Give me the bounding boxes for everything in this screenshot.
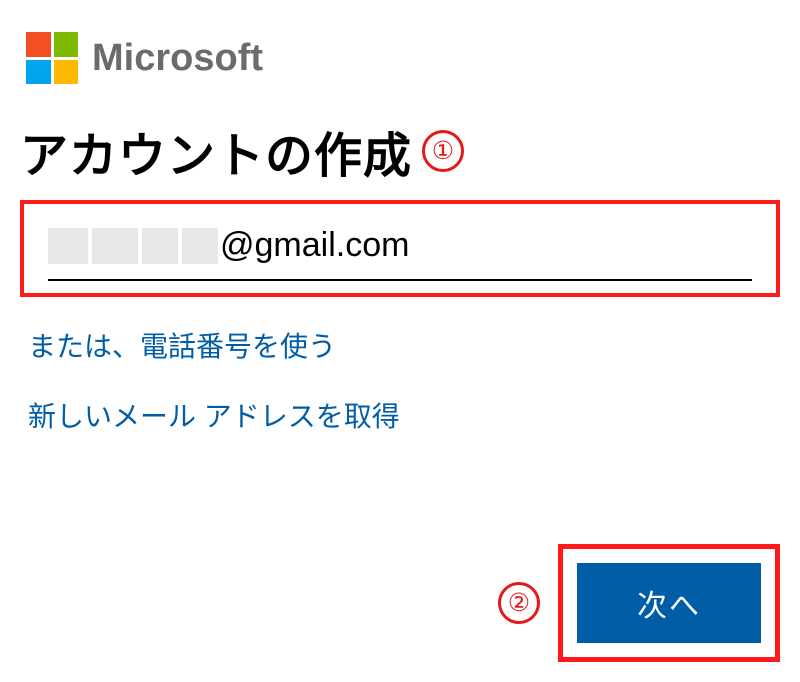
next-button[interactable]: 次へ — [577, 563, 761, 643]
annotation-badge-2: ② — [498, 582, 540, 624]
annotation-highlight-1: @gmail.com — [20, 200, 780, 297]
microsoft-logo-icon — [26, 32, 78, 84]
email-input[interactable]: @gmail.com — [48, 222, 752, 281]
email-censored-local — [48, 228, 218, 264]
alt-links: または、電話番号を使う 新しいメール アドレスを取得 — [10, 297, 790, 435]
brand-header: Microsoft — [10, 10, 790, 90]
brand-text: Microsoft — [92, 37, 263, 80]
email-domain-text: @gmail.com — [220, 226, 409, 265]
page-title: アカウントの作成 — [20, 116, 412, 186]
use-phone-link[interactable]: または、電話番号を使う — [28, 325, 772, 365]
annotation-badge-1: ① — [422, 130, 464, 172]
get-new-email-link[interactable]: 新しいメール アドレスを取得 — [28, 395, 772, 435]
title-row: アカウントの作成 ① — [10, 90, 790, 192]
annotation-highlight-2: 次へ — [558, 544, 780, 662]
